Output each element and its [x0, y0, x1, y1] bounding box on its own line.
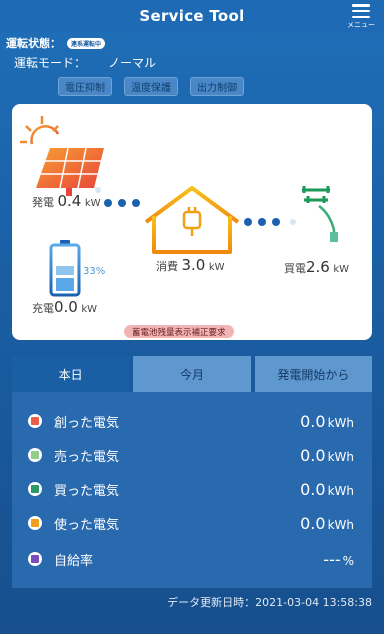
charge-readout: 充電0.0 kW [32, 298, 98, 316]
row-label: 売った電気 [54, 449, 120, 465]
temperature-protection-button[interactable]: 温度保護 [124, 77, 178, 96]
battery-icon [49, 240, 81, 297]
utility-pole-icon [302, 182, 338, 252]
period-tabs: 本日 今月 発電開始から [12, 356, 372, 392]
row-label: 使った電気 [54, 517, 120, 533]
last-updated-value: 2021-03-04 13:58:38 [255, 596, 372, 609]
last-updated: データ更新日時：2021-03-04 13:58:38 [167, 596, 372, 609]
row-label: 創った電気 [54, 415, 120, 431]
list-item: 買った電気 0.0 kWh [12, 472, 372, 506]
hamburger-icon [352, 4, 370, 18]
purchase-flow-dots [244, 218, 296, 226]
operation-status: 運転状態： 連系運転中 [6, 35, 106, 51]
list-item: 自給率 ---% [12, 542, 372, 576]
row-value: 0.0 kWh [300, 513, 354, 533]
generation-flow-dots [95, 187, 140, 207]
legend-icon [28, 552, 42, 566]
tab-today[interactable]: 本日 [12, 356, 130, 392]
battery-percent: 33% [83, 266, 106, 277]
charge-value: 0.0 [54, 298, 78, 316]
menu-label: メニュー [347, 21, 375, 29]
menu-button[interactable]: メニュー [346, 4, 376, 32]
control-indicators: 電圧抑制 温度保護 出力制御 [58, 77, 244, 96]
house-icon [144, 186, 240, 254]
row-value: 0.0 kWh [300, 411, 354, 431]
legend-icon [28, 448, 42, 462]
row-value: 0.0 kWh [300, 445, 354, 465]
row-value: ---% [323, 549, 354, 569]
operation-mode: 運転モード： ノーマル [14, 54, 156, 71]
app-title: Service Tool [139, 7, 245, 25]
generation-readout: 発電 0.4 kW [32, 192, 101, 210]
tab-this-month[interactable]: 今月 [133, 356, 251, 392]
tab-since-start[interactable]: 発電開始から [254, 356, 372, 392]
mode-label: 運転モード： [14, 56, 87, 70]
legend-icon [28, 516, 42, 530]
consumption-readout: 消費 3.0 kW [156, 256, 225, 274]
generation-value: 0.4 [57, 192, 82, 210]
legend-icon [28, 414, 42, 428]
app-header: Service Tool メニュー [0, 0, 384, 32]
purchase-value: 2.6 [306, 258, 330, 276]
status-badge: 連系運転中 [67, 37, 106, 49]
list-item: 創った電気 0.0 kWh [12, 404, 372, 438]
list-item: 売った電気 0.0 kWh [12, 438, 372, 472]
row-label: 自給率 [54, 553, 94, 569]
status-label: 運転状態： [6, 37, 61, 50]
mode-value: ノーマル [108, 56, 157, 70]
energy-summary-panel: 創った電気 0.0 kWh 売った電気 0.0 kWh 買った電気 0.0 kWh 使… [12, 392, 372, 588]
energy-flow-diagram: 発電 0.4 kW 33% 消費 3.0 kW 買電2.6 kW 充電0.0 k… [12, 104, 372, 340]
solar-panel-icon [20, 116, 104, 196]
voltage-suppression-button[interactable]: 電圧抑制 [58, 77, 112, 96]
battery-correction-warning[interactable]: 蓄電池残量表示補正要求 [124, 325, 234, 338]
list-item: 使った電気 0.0 kWh [12, 506, 372, 540]
output-control-button[interactable]: 出力制御 [190, 77, 244, 96]
row-value: 0.0 kWh [300, 479, 354, 499]
consumption-value: 3.0 [181, 256, 206, 274]
row-label: 買った電気 [54, 483, 120, 499]
purchase-readout: 買電2.6 kW [284, 258, 350, 276]
legend-icon [28, 482, 42, 496]
